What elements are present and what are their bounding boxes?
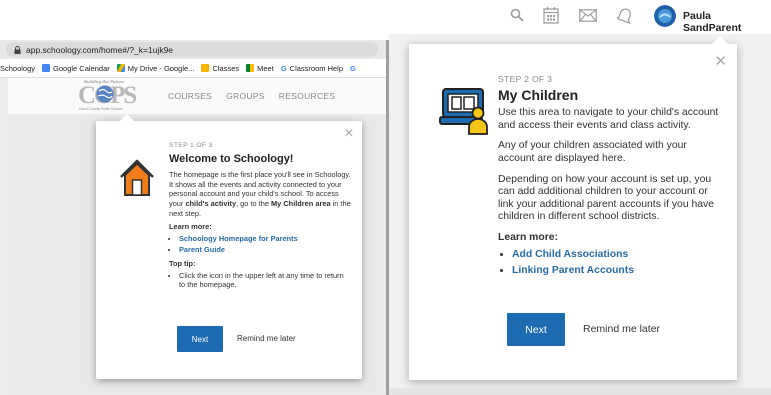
house-icon (120, 159, 154, 196)
tour-step-2-body: STEP 2 OF 3 My Children Use this area to… (498, 73, 720, 282)
learn-more-list: Schoology Homepage for Parents Parent Gu… (169, 234, 351, 255)
site-nav: Building the Future CCPS Carroll County … (8, 78, 386, 114)
tour-paragraph-3: Depending on how your account is set up,… (498, 173, 715, 223)
url-field[interactable]: app.schoology.com/home#/?_k=1ujk9e (6, 42, 378, 57)
step-indicator: STEP 2 OF 3 (498, 74, 553, 84)
mail-icon[interactable] (579, 9, 597, 22)
divider (389, 388, 771, 395)
nav-links: COURSES GROUPS RESOURCES (168, 91, 349, 101)
bookmark-label: Meet (257, 63, 274, 73)
tour-popover-step-1: ✕ STEP 1 OF 3 Welcome to Schoology! The … (96, 114, 362, 379)
bookmark-schoology[interactable]: Schoology (0, 64, 35, 73)
top-tip-list: Click the icon in the upper left at any … (169, 271, 351, 290)
nav-resources[interactable]: RESOURCES (279, 91, 336, 101)
calendar-icon[interactable] (543, 6, 559, 24)
step-indicator: STEP 1 OF 3 (169, 142, 213, 149)
tour-step-1-body: STEP 1 OF 3 Welcome to Schoology! The ho… (169, 141, 351, 292)
learn-more-heading: Learn more: (169, 222, 212, 232)
bookmark-classes[interactable]: Classes (201, 64, 239, 73)
close-icon[interactable]: ✕ (344, 126, 354, 140)
tour-title: Welcome to Schoology! (169, 152, 294, 165)
link-parent-guide[interactable]: Parent Guide (179, 245, 225, 254)
link-linking-parent-accounts[interactable]: Linking Parent Accounts (512, 265, 634, 276)
link-schoology-homepage-parents[interactable]: Schoology Homepage for Parents (179, 234, 298, 243)
bell-icon[interactable] (617, 7, 633, 24)
url-text: app.schoology.com/home#/?_k=1ujk9e (26, 44, 174, 55)
tour-paragraph-2: Any of your children associated with you… (498, 140, 687, 164)
next-button[interactable]: Next (507, 313, 565, 346)
bookmark-label: Schoology (0, 63, 36, 73)
meet-icon (246, 64, 255, 72)
learn-more-heading: Learn more: (498, 231, 559, 243)
my-children-icon (439, 88, 488, 135)
lock-icon (14, 45, 21, 54)
top-tip-text: Click the icon in the upper left at any … (179, 271, 351, 290)
district-logo[interactable]: Building the Future CCPS Carroll County … (76, 79, 138, 113)
logo-sub: Carroll County Public Schools (79, 107, 123, 111)
top-tip-heading: Top tip: (169, 258, 196, 268)
bookmark-google-calendar[interactable]: Google Calendar (42, 64, 110, 73)
calendar-icon (42, 64, 51, 72)
search-icon[interactable] (510, 8, 524, 22)
bookmark-label: Classroom Help (289, 63, 344, 73)
next-button[interactable]: Next (177, 326, 223, 352)
bookmarks-bar: Schoology Google Calendar My Drive - Goo… (0, 59, 386, 78)
classroom-icon (201, 64, 210, 72)
globe-icon (96, 85, 114, 103)
learn-more-list: Add Child Associations Linking Parent Ac… (498, 249, 720, 278)
tour-description: The homepage is the first place you'll s… (169, 170, 351, 218)
nav-groups[interactable]: GROUPS (226, 91, 265, 101)
bookmark-classroom-help[interactable]: G Classroom Help (281, 64, 343, 73)
google-icon: G (350, 63, 356, 73)
remind-me-later-link[interactable]: Remind me later (237, 334, 296, 343)
user-name[interactable]: Paula SandParent (683, 10, 771, 34)
google-icon: G (280, 63, 287, 73)
header-bar: Paula SandParent (386, 0, 771, 34)
close-icon[interactable]: ✕ (714, 52, 727, 70)
remind-me-later-link[interactable]: Remind me later (583, 323, 660, 335)
bookmark-label: Google Calendar (53, 63, 110, 73)
nav-courses[interactable]: COURSES (168, 91, 212, 101)
bookmark-my-drive[interactable]: My Drive - Google... (116, 63, 195, 73)
tour-paragraph-1: Use this area to navigate to your child'… (498, 107, 719, 131)
tour-title: My Children (498, 86, 579, 103)
bookmark-label: My Drive - Google... (127, 63, 195, 73)
bookmark-label: Classes (212, 63, 240, 73)
bookmark-google[interactable]: G (350, 64, 356, 73)
drive-icon (116, 64, 125, 72)
tour-popover-step-2: ✕ STEP 2 OF 3 My Children Use this area … (409, 36, 737, 380)
bookmark-meet[interactable]: Meet (246, 64, 274, 73)
avatar[interactable] (654, 5, 676, 27)
address-bar: app.schoology.com/home#/?_k=1ujk9e (0, 40, 386, 59)
link-add-child-associations[interactable]: Add Child Associations (512, 249, 628, 260)
